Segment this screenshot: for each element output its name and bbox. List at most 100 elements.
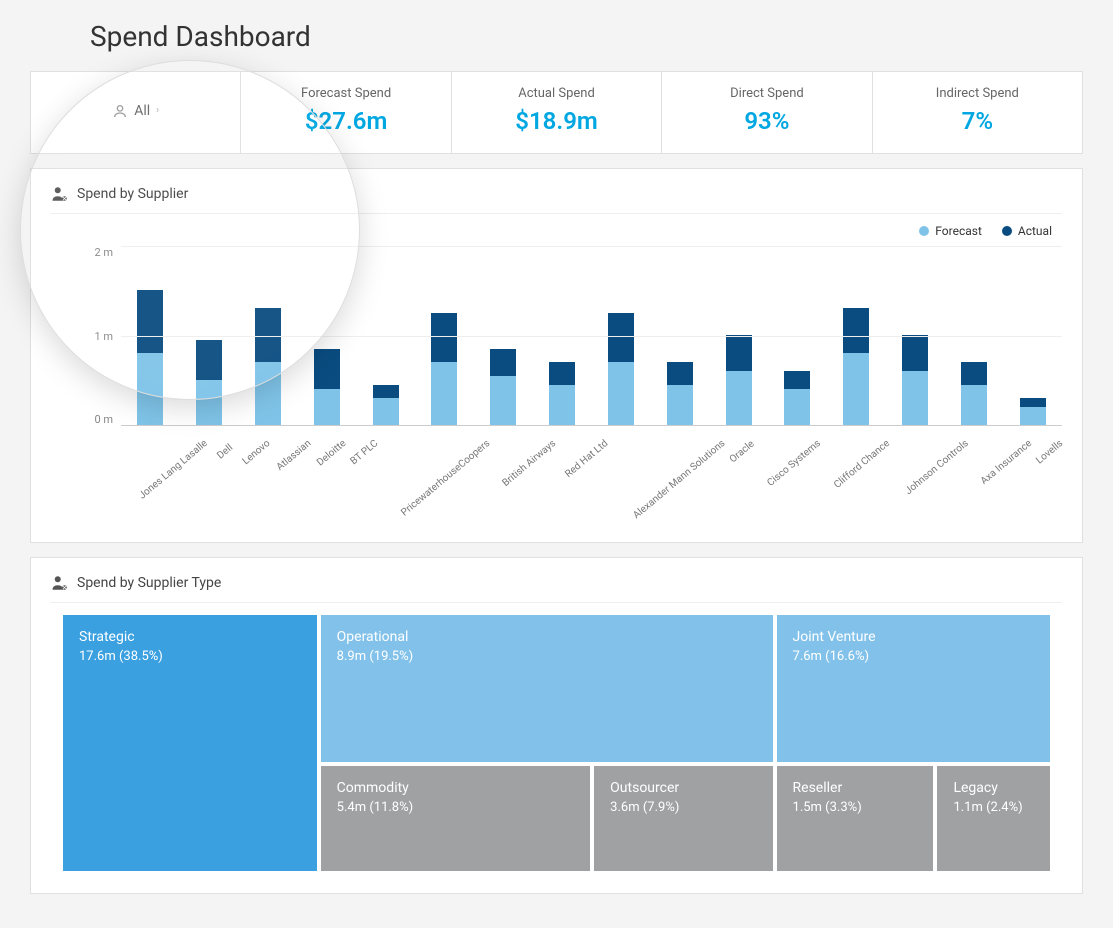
treemap-name: Legacy: [953, 780, 1034, 796]
x-label: Lenovo: [241, 438, 273, 467]
x-label: Johnson Controls: [904, 438, 971, 497]
y-tick: 1 m: [81, 330, 113, 343]
bar-segment-actual: [137, 290, 163, 353]
kpi-label: Forecast Spend: [251, 86, 440, 101]
supplier-icon: [51, 185, 69, 203]
kpi-label: Actual Spend: [462, 86, 651, 101]
kpi-label: Indirect Spend: [883, 86, 1072, 101]
bar-segment-actual: [902, 335, 928, 371]
legend-actual[interactable]: Actual: [1002, 224, 1052, 238]
treemap-value: 17.6m (38.5%): [79, 649, 301, 664]
x-label: PricewaterhouseCoopers: [399, 438, 492, 519]
bar-chart: 2 m 1 m 0 m Jones Lang LasalleDellLenovo…: [51, 246, 1062, 522]
x-label: Atlassian: [275, 438, 314, 473]
bar-segment-forecast: [726, 371, 752, 425]
bar-segment-forecast: [784, 389, 810, 425]
bar-segment-forecast: [549, 385, 575, 426]
bar-segment-forecast: [431, 362, 457, 425]
kpi-value: $27.6m: [251, 107, 440, 135]
bar-segment-forecast: [1020, 407, 1046, 425]
legend-swatch-forecast: [919, 226, 929, 236]
bar-segment-actual: [726, 335, 752, 371]
chevron-right-icon: ›: [156, 105, 159, 116]
x-label: Oracle: [727, 438, 757, 466]
filter-label: All: [134, 103, 150, 119]
bar-segment-actual: [490, 349, 516, 376]
bar-segment-actual: [843, 308, 869, 353]
filter-all[interactable]: All ›: [31, 72, 240, 153]
bar-segment-forecast: [314, 389, 340, 425]
legend-label: Forecast: [935, 224, 982, 238]
treemap-cell-strategic[interactable]: Strategic 17.6m (38.5%): [61, 613, 319, 873]
x-label: Jones Lang Lasalle: [137, 438, 210, 502]
user-icon: [112, 103, 128, 119]
treemap-value: 1.5m (3.3%): [793, 800, 918, 815]
bar-segment-forecast: [667, 385, 693, 426]
y-tick: 0 m: [81, 413, 113, 426]
treemap-cell-legacy[interactable]: Legacy 1.1m (2.4%): [935, 764, 1052, 873]
bar-segment-actual: [373, 385, 399, 399]
treemap-cell-operational[interactable]: Operational 8.9m (19.5%): [319, 613, 775, 764]
x-label: Axa Insurance: [979, 438, 1034, 487]
x-labels: Jones Lang LasalleDellLenovoAtlassianDel…: [121, 432, 1062, 443]
bar-segment-forecast: [902, 371, 928, 425]
treemap: Strategic 17.6m (38.5%) Operational 8.9m…: [61, 613, 1052, 873]
x-label: Lovells: [1034, 438, 1065, 466]
bar-segment-forecast: [843, 353, 869, 425]
y-tick: 2 m: [81, 246, 113, 259]
panel-spend-by-supplier: Spend by Supplier Forecast Actual 2 m 1 …: [30, 168, 1083, 543]
x-label: Deloitte: [315, 438, 348, 468]
kpi-actual-spend: Actual Spend $18.9m: [451, 72, 661, 153]
treemap-value: 7.6m (16.6%): [793, 649, 1034, 664]
bar-segment-forecast: [196, 380, 222, 425]
treemap-name: Strategic: [79, 629, 301, 645]
kpi-value: $18.9m: [462, 107, 651, 135]
kpi-row: All › Forecast Spend $27.6m Actual Spend…: [30, 71, 1083, 154]
legend-swatch-actual: [1002, 226, 1012, 236]
treemap-name: Outsourcer: [610, 780, 756, 796]
bar-segment-actual: [961, 362, 987, 385]
bar-segment-actual: [784, 371, 810, 389]
treemap-value: 3.6m (7.9%): [610, 800, 756, 815]
x-label: Clifford Chance: [832, 438, 892, 491]
kpi-value: 7%: [883, 107, 1072, 135]
bar-segment-actual: [314, 349, 340, 390]
treemap-name: Operational: [337, 629, 757, 645]
page-title: Spend Dashboard: [30, 20, 1083, 53]
x-label: Alexander Mann Solutions: [631, 438, 727, 521]
treemap-cell-joint-venture[interactable]: Joint Venture 7.6m (16.6%): [775, 613, 1052, 764]
x-label: Dell: [210, 438, 240, 466]
legend-forecast[interactable]: Forecast: [919, 224, 982, 238]
treemap-name: Commodity: [337, 780, 575, 796]
bar-segment-actual: [608, 313, 634, 363]
bar-segment-forecast: [608, 362, 634, 425]
bar-segment-forecast: [255, 362, 281, 425]
kpi-forecast-spend: Forecast Spend $27.6m: [240, 72, 450, 153]
bar-segment-actual: [196, 340, 222, 381]
bar-segment-actual: [1020, 398, 1046, 407]
legend-label: Actual: [1018, 224, 1052, 238]
supplier-icon: [51, 574, 69, 592]
bars-container: [121, 246, 1062, 426]
bar-segment-forecast: [490, 376, 516, 426]
bar-segment-actual: [667, 362, 693, 385]
treemap-value: 1.1m (2.4%): [953, 800, 1034, 815]
kpi-value: 93%: [672, 107, 861, 135]
kpi-indirect-spend: Indirect Spend 7%: [872, 72, 1082, 153]
treemap-cell-outsourcer[interactable]: Outsourcer 3.6m (7.9%): [592, 764, 774, 873]
x-label: Cisco Systems: [766, 438, 824, 489]
kpi-label: Direct Spend: [672, 86, 861, 101]
kpi-direct-spend: Direct Spend 93%: [661, 72, 871, 153]
treemap-name: Joint Venture: [793, 629, 1034, 645]
x-label: Red Hat Ltd: [564, 438, 611, 480]
y-axis: 2 m 1 m 0 m: [81, 246, 121, 426]
bar-segment-forecast: [137, 353, 163, 425]
bar-segment-actual: [549, 362, 575, 385]
treemap-cell-reseller[interactable]: Reseller 1.5m (3.3%): [775, 764, 936, 873]
chart-legend: Forecast Actual: [51, 224, 1062, 238]
treemap-cell-commodity[interactable]: Commodity 5.4m (11.8%): [319, 764, 593, 873]
panel-spend-by-supplier-type: Spend by Supplier Type Strategic 17.6m (…: [30, 557, 1083, 894]
x-label: British Airways: [501, 438, 559, 489]
panel-title: Spend by Supplier: [77, 186, 188, 202]
treemap-value: 5.4m (11.8%): [337, 800, 575, 815]
